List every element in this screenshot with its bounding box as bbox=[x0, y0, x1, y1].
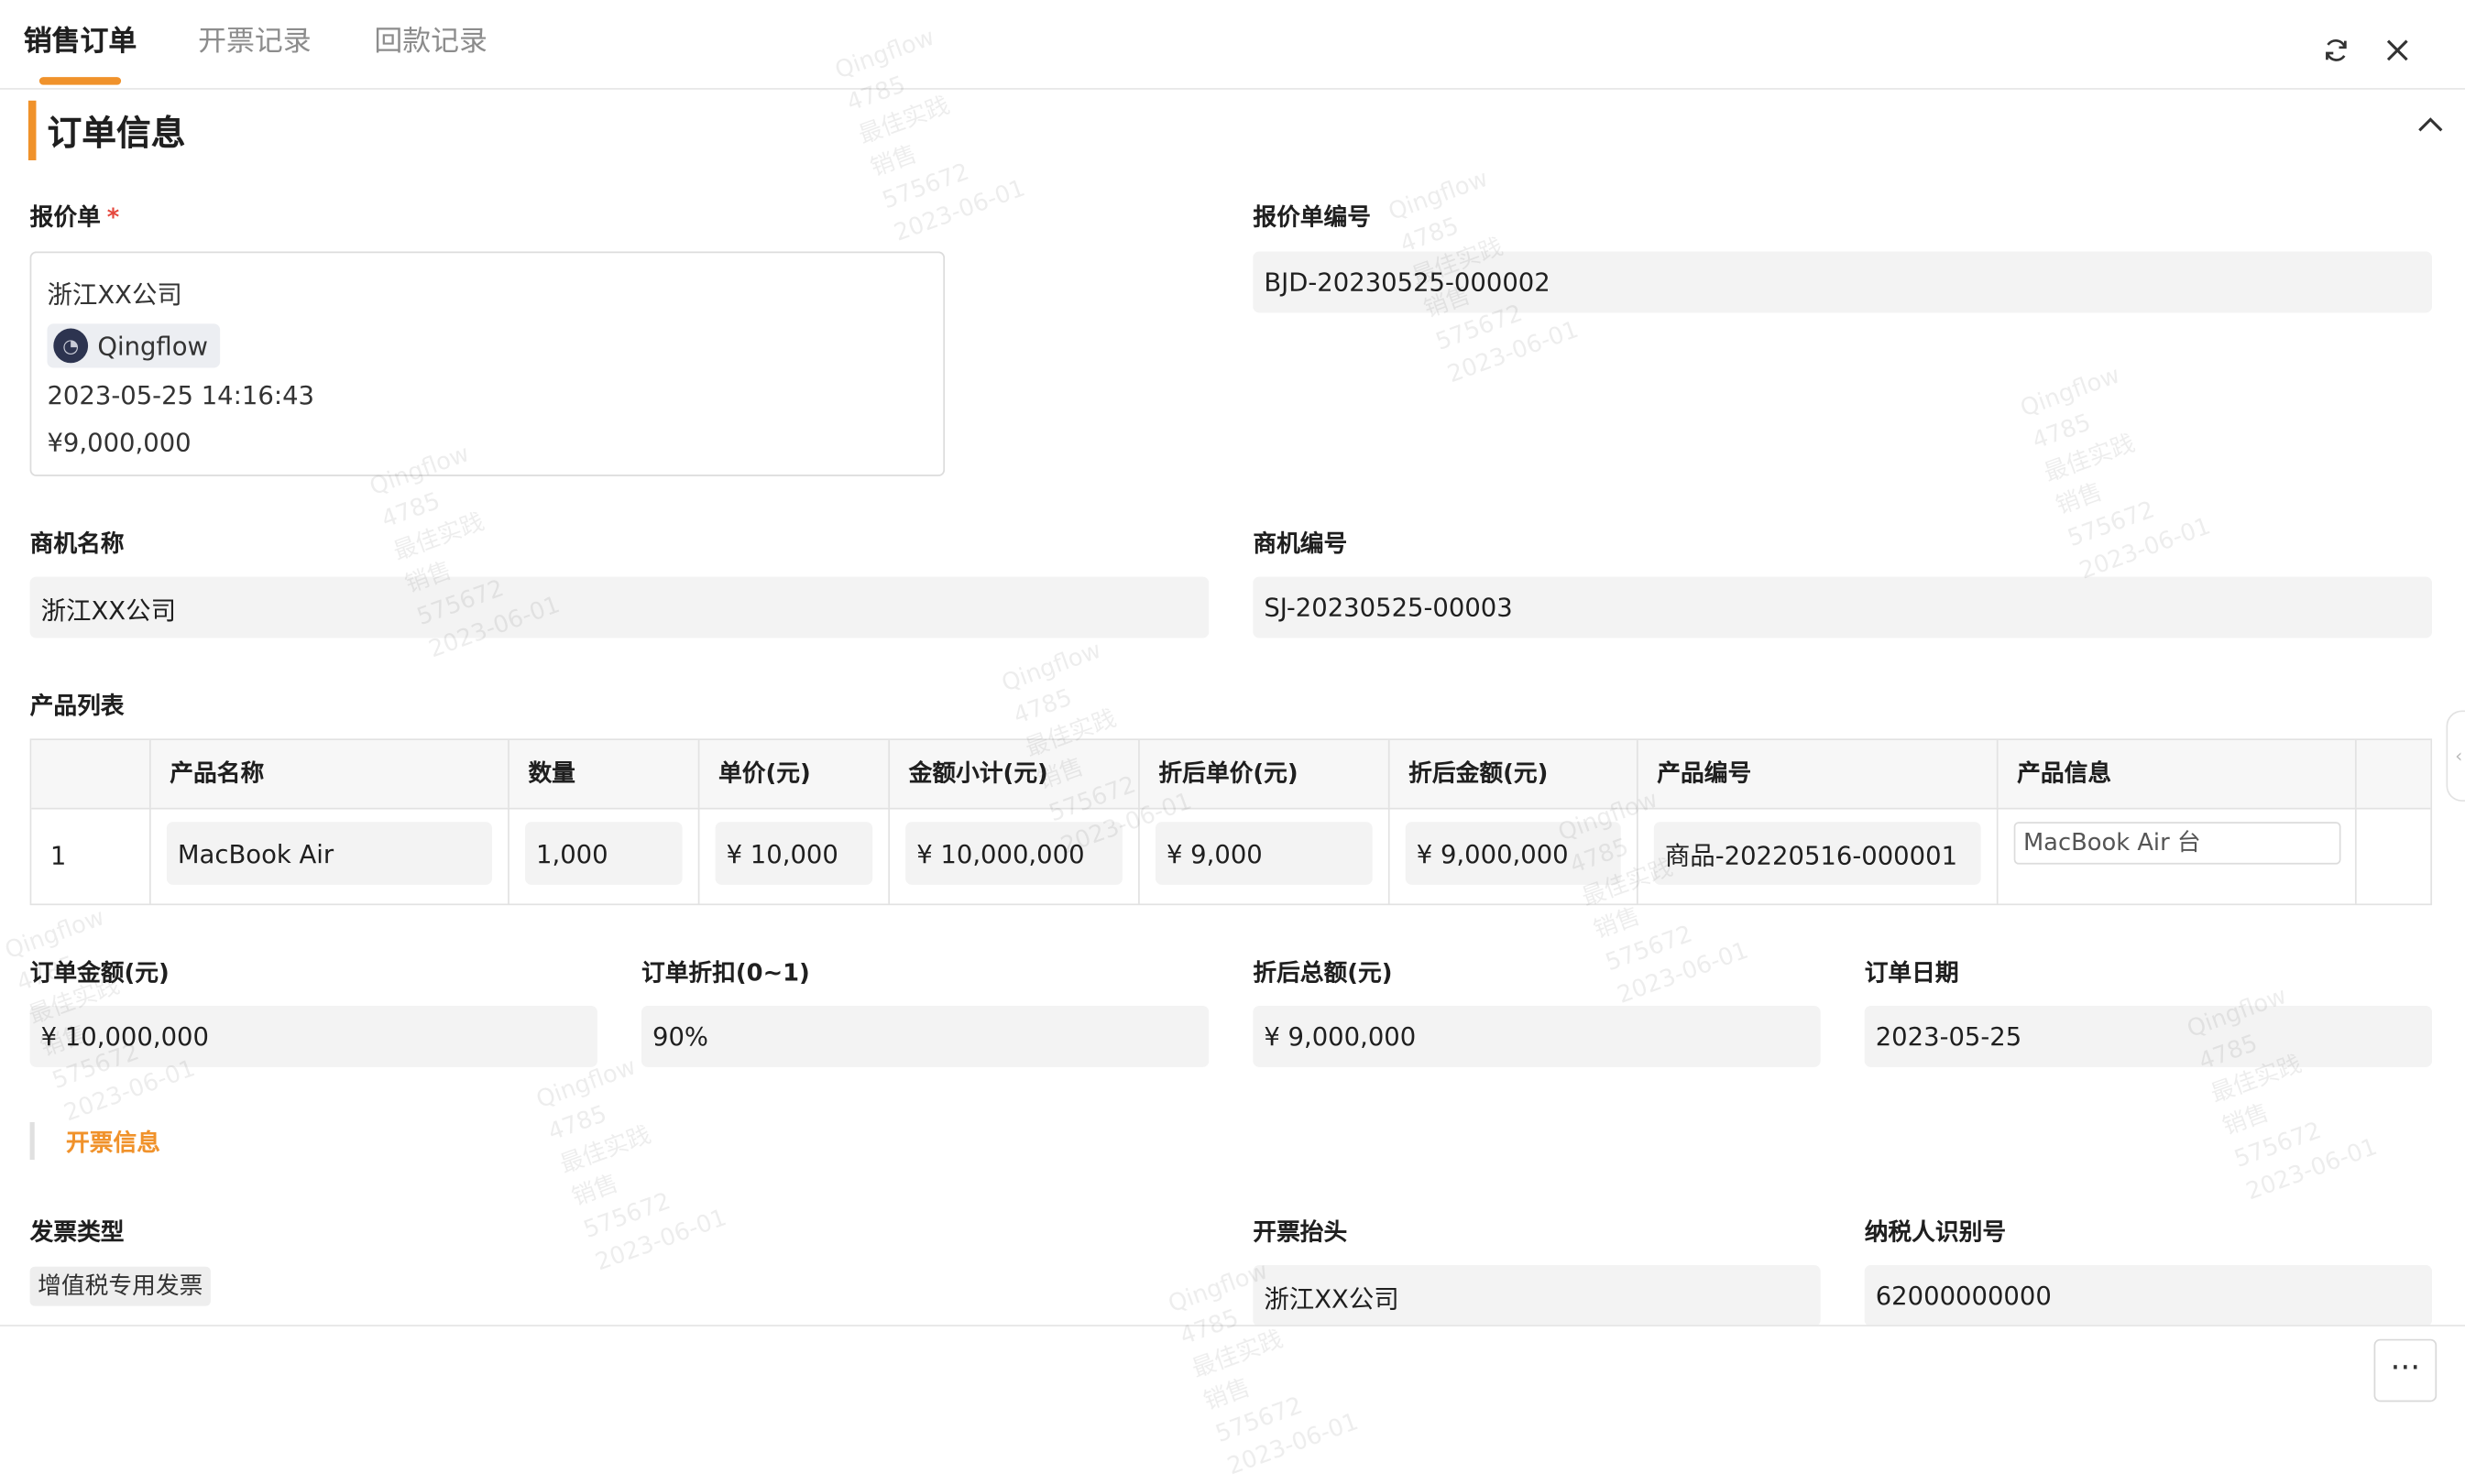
quote-no-field[interactable]: BJD-20230525-000002 bbox=[1253, 251, 2433, 313]
order-date-label: 订单日期 bbox=[1864, 958, 1959, 988]
column-header-actions bbox=[2357, 740, 2431, 808]
discounted-price-cell[interactable]: ¥ 9,000 bbox=[1155, 822, 1373, 885]
order-amount-field[interactable]: ¥ 10,000,000 bbox=[29, 1005, 597, 1067]
row-index: 1 bbox=[49, 840, 67, 871]
quantity-cell[interactable]: 1,000 bbox=[525, 822, 683, 885]
creator-chip: ◔ Qingflow bbox=[47, 323, 221, 368]
taxpayer-id-field[interactable]: 62000000000 bbox=[1864, 1265, 2433, 1326]
column-header: 产品名称 bbox=[151, 740, 509, 808]
invoice-section-title: 开票信息 bbox=[66, 1127, 161, 1156]
required-mark: * bbox=[106, 202, 120, 232]
watermark: Qingflow 4785 最佳实践 销售 575672 2023-06-01 bbox=[2183, 981, 2382, 1206]
side-panel-handle[interactable]: ‹ bbox=[2446, 710, 2465, 802]
product-code-cell[interactable]: 商品-20220516-000001 bbox=[1653, 822, 1981, 885]
tab-bar: 销售订单 开票记录 回款记录 bbox=[0, 0, 2465, 90]
active-tab-indicator bbox=[38, 77, 122, 85]
invoice-info-section-header: 开票信息 bbox=[29, 1121, 161, 1161]
tab-payment-records[interactable]: 回款记录 bbox=[374, 19, 488, 60]
avatar: ◔ bbox=[53, 328, 89, 364]
order-info-section-header: 订单信息 bbox=[27, 100, 186, 160]
watermark: Qingflow 4785 最佳实践 销售 575672 2023-06-01 bbox=[2016, 360, 2215, 585]
row-actions-cell bbox=[2357, 808, 2431, 904]
tab-sales-order[interactable]: 销售订单 bbox=[24, 19, 137, 60]
column-header: 金额小计(元) bbox=[890, 740, 1140, 808]
order-discount-field[interactable]: 90% bbox=[641, 1005, 1210, 1067]
column-header: 折后单价(元) bbox=[1140, 740, 1390, 808]
opportunity-name-label: 商机名称 bbox=[29, 529, 125, 559]
order-amount-label: 订单金额(元) bbox=[29, 958, 170, 988]
discounted-amount-cell[interactable]: ¥ 9,000,000 bbox=[1405, 822, 1621, 885]
column-header: 数量 bbox=[509, 740, 700, 808]
section-accent-bar bbox=[27, 100, 37, 160]
discounted-total-label: 折后总额(元) bbox=[1253, 958, 1393, 988]
invoice-title-field[interactable]: 浙江XX公司 bbox=[1253, 1265, 1821, 1326]
more-actions-button[interactable]: ··· bbox=[2373, 1338, 2438, 1402]
product-name-cell[interactable]: MacBook Air bbox=[166, 822, 492, 885]
quote-no-label: 报价单编号 bbox=[1253, 202, 1372, 232]
creator-name: Qingflow bbox=[97, 331, 208, 361]
watermark: Qingflow 4785 最佳实践 销售 575672 2023-06-01 bbox=[532, 1052, 730, 1277]
unit-price-cell[interactable]: ¥ 10,000 bbox=[715, 822, 873, 885]
column-header-index bbox=[31, 740, 151, 808]
subtotal-cell[interactable]: ¥ 10,000,000 bbox=[905, 822, 1123, 885]
quote-amount: ¥9,000,000 bbox=[47, 427, 192, 458]
quote-company: 浙江XX公司 bbox=[47, 279, 182, 310]
opportunity-name-field[interactable]: 浙江XX公司 bbox=[29, 576, 1210, 638]
product-table: 产品名称 数量 单价(元) 金额小计(元) 折后单价(元) 折后金额(元) 产品… bbox=[29, 738, 2433, 906]
column-header: 产品编号 bbox=[1638, 740, 1999, 808]
close-icon[interactable] bbox=[2382, 35, 2413, 66]
quote-reference-card[interactable]: 浙江XX公司 ◔ Qingflow 2023-05-25 14:16:43 ¥9… bbox=[29, 251, 946, 476]
opportunity-no-field[interactable]: SJ-20230525-00003 bbox=[1253, 576, 2433, 638]
quote-datetime: 2023-05-25 14:16:43 bbox=[47, 380, 315, 410]
sub-section-bar bbox=[29, 1121, 35, 1161]
invoice-title-label: 开票抬头 bbox=[1253, 1217, 1348, 1247]
tab-invoice-records[interactable]: 开票记录 bbox=[198, 19, 312, 60]
section-title: 订单信息 bbox=[47, 115, 186, 155]
table-header: 产品名称 数量 单价(元) 金额小计(元) 折后单价(元) 折后金额(元) 产品… bbox=[31, 740, 2431, 810]
order-discount-label: 订单折扣(0~1) bbox=[641, 958, 810, 988]
order-date-field[interactable]: 2023-05-25 bbox=[1864, 1005, 2433, 1067]
column-header: 折后金额(元) bbox=[1390, 740, 1638, 808]
discounted-total-field[interactable]: ¥ 9,000,000 bbox=[1253, 1005, 1821, 1067]
invoice-type-label: 发票类型 bbox=[29, 1217, 125, 1247]
product-list-label: 产品列表 bbox=[29, 691, 125, 720]
opportunity-no-label: 商机编号 bbox=[1253, 529, 1348, 559]
invoice-type-tag: 增值税专用发票 bbox=[29, 1266, 211, 1306]
chevron-up-icon[interactable] bbox=[2415, 110, 2446, 149]
quote-label: 报价单 * bbox=[29, 202, 120, 232]
taxpayer-id-label: 纳税人识别号 bbox=[1864, 1217, 2007, 1247]
column-header: 单价(元) bbox=[699, 740, 891, 808]
refresh-icon[interactable] bbox=[2320, 35, 2351, 66]
footer-bar bbox=[0, 1325, 2465, 1416]
product-info-cell[interactable]: MacBook Air 台 bbox=[2013, 822, 2341, 865]
table-row: 1 MacBook Air 1,000 ¥ 10,000 ¥ 10,000,00… bbox=[31, 807, 2431, 904]
column-header: 产品信息 bbox=[1999, 740, 2357, 808]
